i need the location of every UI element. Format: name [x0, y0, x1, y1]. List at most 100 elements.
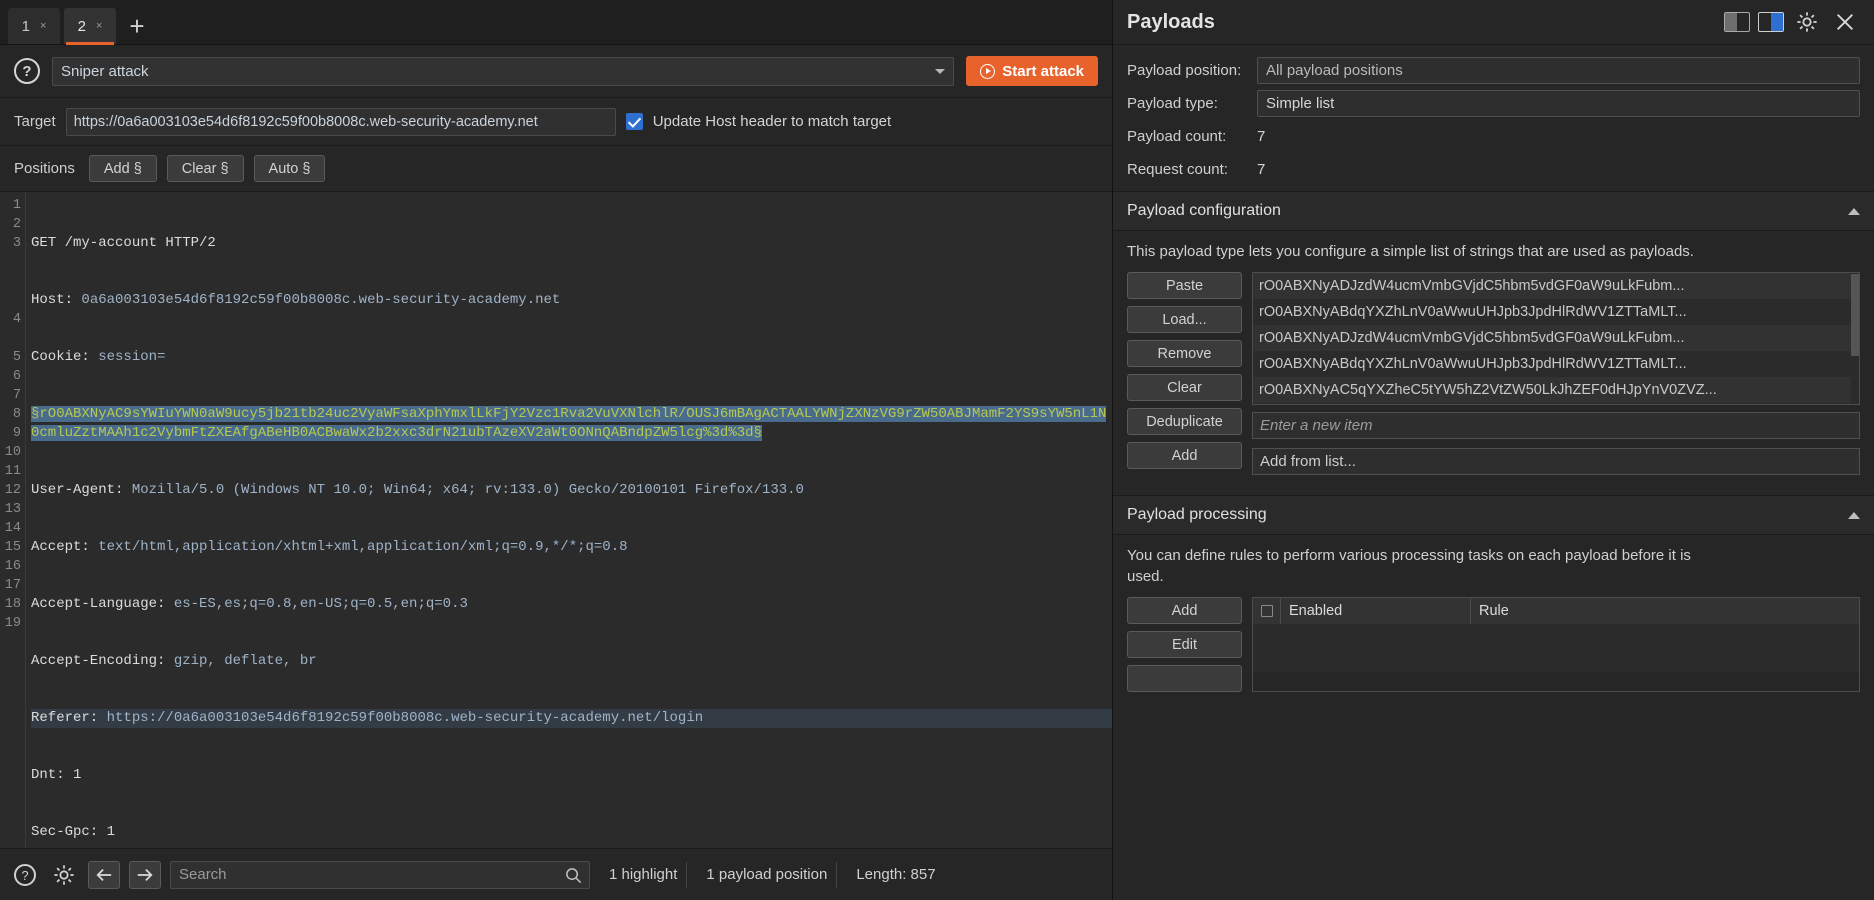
attack-tab-2-label: 2	[77, 17, 86, 35]
forward-arrow-icon[interactable]	[129, 860, 161, 889]
payload-list-buttons: Paste Load... Remove Clear Deduplicate A…	[1127, 272, 1242, 475]
line-number: 10	[4, 445, 21, 460]
payloads-title: Payloads	[1127, 10, 1215, 33]
column-header-enabled: Enabled	[1281, 598, 1471, 624]
request-editor[interactable]: 1 2 3 4 5 6 7 8 9 10 11 12 13 14 15 16 1…	[0, 192, 1112, 848]
start-attack-button[interactable]: Start attack	[966, 56, 1098, 86]
request-line-7-name: Accept-Encoding:	[31, 653, 166, 669]
layout-vertical-icon[interactable]	[1758, 12, 1784, 32]
new-payload-input[interactable]: Enter a new item	[1252, 412, 1860, 439]
search-icon[interactable]	[565, 867, 582, 888]
burp-intruder-window: 1 × 2 × + ? Sniper attack Start attack T…	[0, 0, 1874, 900]
payload-count-value: 7	[1257, 127, 1266, 145]
gear-icon[interactable]	[1792, 7, 1822, 37]
payload-type-select[interactable]: Simple list	[1257, 89, 1860, 117]
request-line-2-name: Host:	[31, 292, 74, 308]
list-item[interactable]: rO0ABXNyADJzdW4ucmVmbGVjdC5hbm5vdGF0aW9u…	[1253, 325, 1859, 351]
plus-icon[interactable]: +	[120, 8, 154, 44]
select-all-checkbox[interactable]	[1253, 598, 1281, 624]
processing-rules-table[interactable]: Enabled Rule	[1252, 597, 1860, 692]
load-button[interactable]: Load...	[1127, 306, 1242, 333]
update-host-label: Update Host header to match target	[652, 113, 892, 130]
start-attack-label: Start attack	[1002, 62, 1084, 80]
line-number: 6	[12, 369, 21, 384]
request-code[interactable]: GET /my-account HTTP/2 Host: 0a6a003103e…	[26, 192, 1112, 848]
remove-rule-button[interactable]	[1127, 665, 1242, 692]
payload-processing-section[interactable]: Payload processing	[1113, 495, 1874, 535]
list-item[interactable]: rO0ABXNyABFqYXZhLnV0aWwuSGFzaFNldLpEhZWW…	[1253, 403, 1859, 404]
layout-horizontal-icon[interactable]	[1724, 12, 1750, 32]
update-host-checkbox[interactable]	[625, 113, 643, 130]
payload-configuration-section[interactable]: Payload configuration	[1113, 191, 1874, 231]
payload-configuration-description: This payload type lets you configure a s…	[1127, 243, 1694, 260]
edit-rule-button[interactable]: Edit	[1127, 631, 1242, 658]
list-item[interactable]: rO0ABXNyABdqYXZhLnV0aWwuUHJpb3JpdHlRdWV1…	[1253, 299, 1859, 325]
payload-position-count: 1 payload position	[706, 866, 828, 883]
close-icon[interactable]: ×	[40, 20, 46, 32]
payload-list[interactable]: rO0ABXNyADJzdW4ucmVmbGVjdC5hbm5vdGF0aW9u…	[1252, 272, 1860, 405]
remove-button[interactable]: Remove	[1127, 340, 1242, 367]
clear-button[interactable]: Clear	[1127, 374, 1242, 401]
back-arrow-icon[interactable]	[88, 860, 120, 889]
request-length: Length: 857	[856, 866, 936, 883]
positions-label: Positions	[14, 160, 75, 177]
payload-count-row: Payload count: 7	[1127, 121, 1860, 151]
request-count-label: Request count:	[1127, 160, 1228, 178]
list-item[interactable]: rO0ABXNyAC5qYXZheC5tYW5hZ2VtZW50LkJhZEF0…	[1253, 377, 1859, 403]
request-line-10: Sec-Gpc: 1	[31, 824, 116, 840]
divider	[686, 861, 688, 888]
chevron-down-icon	[935, 69, 946, 74]
payload-list-scrollbar[interactable]	[1851, 273, 1859, 404]
help-icon[interactable]: ?	[14, 58, 40, 84]
search-input[interactable]: Search	[170, 860, 590, 889]
search-placeholder: Search	[179, 866, 227, 883]
add-button[interactable]: Add	[1127, 442, 1242, 469]
attack-tab-2[interactable]: 2 ×	[64, 8, 116, 45]
request-line-3-value: session=	[89, 349, 166, 365]
target-url-input[interactable]: https://0a6a003103e54d6f8192c59f00b8008c…	[65, 107, 616, 136]
table-header-row: Enabled Rule	[1253, 598, 1859, 624]
request-line-5-value: text/html,application/xhtml+xml,applicat…	[89, 539, 628, 555]
line-number: 18	[4, 597, 21, 612]
line-number: 5	[12, 350, 21, 365]
close-icon[interactable]: ×	[96, 20, 102, 32]
line-number: 4	[12, 312, 21, 327]
close-icon[interactable]	[1830, 7, 1860, 37]
line-number: 3	[12, 236, 21, 251]
line-number: 1	[12, 198, 21, 213]
target-row: Target https://0a6a003103e54d6f8192c59f0…	[0, 98, 1112, 146]
clear-positions-button[interactable]: Clear §	[166, 155, 244, 182]
list-item[interactable]: rO0ABXNyADJzdW4ucmVmbGVjdC5hbm5vdGF0aW9u…	[1253, 273, 1859, 299]
payload-type-label: Payload type:	[1127, 94, 1218, 112]
add-rule-button[interactable]: Add	[1127, 597, 1242, 624]
line-number: 11	[4, 464, 21, 479]
payload-list-area: Paste Load... Remove Clear Deduplicate A…	[1127, 272, 1860, 475]
target-label: Target	[14, 113, 56, 130]
payload-settings-form: Payload position: All payload positions …	[1113, 45, 1874, 191]
attack-tab-1[interactable]: 1 ×	[8, 8, 60, 44]
paste-button[interactable]: Paste	[1127, 272, 1242, 299]
line-number: 16	[4, 559, 21, 574]
payload-type-value: Simple list	[1266, 94, 1335, 112]
payloads-header: Payloads	[1113, 0, 1874, 45]
add-position-button[interactable]: Add §	[88, 155, 157, 182]
help-icon[interactable]: ?	[10, 860, 40, 890]
column-header-rule: Rule	[1479, 603, 1509, 619]
attack-type-select[interactable]: Sniper attack	[52, 56, 955, 86]
positions-row: Positions Add § Clear § Auto §	[0, 146, 1112, 192]
list-item[interactable]: rO0ABXNyABdqYXZhLnV0aWwuUHJpb3JpdHlRdWV1…	[1253, 351, 1859, 377]
request-line-6-value: es-ES,es;q=0.8,en-US;q=0.5,en;q=0.3	[165, 596, 468, 612]
cookie-payload-marker[interactable]: §rO0ABXNyAC9sYWIuYWN0aW9ucy5jb21tb24uc2V…	[31, 406, 1107, 441]
line-number: 14	[4, 521, 21, 536]
chevron-up-icon[interactable]	[1848, 207, 1860, 215]
request-line-1: GET /my-account HTTP/2	[31, 235, 216, 251]
request-count-row: Request count: 7	[1127, 154, 1860, 184]
auto-positions-button[interactable]: Auto §	[253, 155, 326, 182]
payload-count-label: Payload count:	[1127, 127, 1227, 145]
deduplicate-button[interactable]: Deduplicate	[1127, 408, 1242, 435]
gear-icon[interactable]	[49, 860, 79, 890]
chevron-up-icon[interactable]	[1848, 511, 1860, 519]
payload-position-select[interactable]: All payload positions	[1257, 56, 1860, 84]
add-from-list-select[interactable]: Add from list...	[1252, 448, 1860, 475]
payloads-pane: Payloads Payload position: All payload p…	[1113, 0, 1874, 900]
